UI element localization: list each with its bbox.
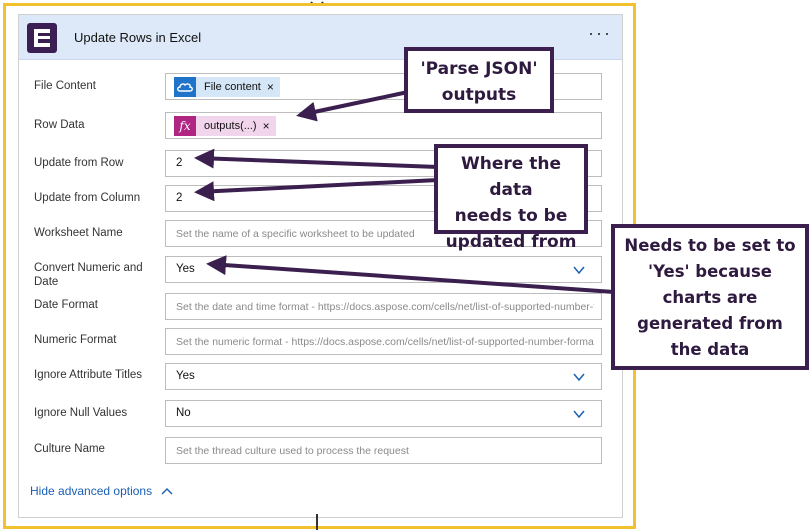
callout-line: updated from (445, 232, 577, 252)
callout-line: generated from (637, 314, 783, 333)
expression-icon: fx (174, 116, 196, 136)
field-placeholder: Set the numeric format - https://docs.as… (176, 336, 594, 348)
remove-token-button[interactable]: × (263, 119, 276, 133)
file-content-label: File Content (34, 80, 97, 92)
ignore-attribute-titles-label: Ignore Attribute Titles (34, 369, 143, 381)
onedrive-icon (174, 77, 196, 97)
callout-line: the data (670, 340, 750, 359)
ignore-null-values-label: Ignore Null Values (34, 407, 128, 419)
callout-line: Needs to be set to (624, 236, 796, 255)
callout-line: charts are (662, 288, 758, 307)
field-value: Yes (176, 263, 195, 275)
worksheet-name-label: Worksheet Name (34, 227, 123, 239)
ignore-attribute-titles-select[interactable]: Yes (165, 363, 602, 390)
callout-line: outputs (441, 85, 517, 105)
field-placeholder: Set the date and time format - https://d… (176, 301, 594, 313)
callout-where-data: Where the data needs to be updated from (434, 144, 588, 252)
field-value: Yes (176, 370, 195, 382)
field-value: 2 (176, 192, 183, 204)
ignore-null-values-select[interactable]: No (165, 400, 602, 427)
callout-line: Where the data (461, 154, 561, 200)
row-data-field[interactable]: fx outputs(...) × (165, 112, 602, 139)
convert-numeric-date-select[interactable]: Yes (165, 256, 602, 283)
update-from-row-label: Update from Row (34, 157, 124, 169)
token-label: outputs(...) (204, 120, 257, 132)
callout-parse-json: 'Parse JSON' outputs (404, 47, 554, 113)
row-data-token[interactable]: fx outputs(...) × (174, 116, 276, 136)
culture-name-input[interactable]: Set the thread culture used to process t… (165, 437, 602, 464)
remove-token-button[interactable]: × (267, 80, 280, 94)
chevron-up-icon (161, 488, 173, 495)
token-label: File content (204, 81, 261, 93)
date-format-label: Date Format (34, 299, 98, 311)
convert-numeric-date-label: Convert Numeric and Date (34, 262, 143, 288)
numeric-format-label: Numeric Format (34, 334, 117, 346)
field-placeholder: Set the thread culture used to process t… (176, 445, 409, 457)
hide-advanced-label: Hide advanced options (30, 484, 153, 498)
aspose-cells-icon (27, 23, 57, 53)
date-format-input[interactable]: Set the date and time format - https://d… (165, 293, 602, 320)
flow-connector (316, 514, 318, 530)
card-title: Update Rows in Excel (74, 30, 202, 45)
chevron-down-icon[interactable] (573, 264, 585, 276)
field-value: No (176, 407, 191, 419)
culture-name-label: Culture Name (34, 443, 105, 455)
chevron-down-icon[interactable] (573, 408, 585, 420)
file-content-token[interactable]: File content × (174, 77, 280, 97)
hide-advanced-options-link[interactable]: Hide advanced options (30, 484, 173, 498)
callout-line: needs to be (454, 206, 568, 226)
chevron-down-icon[interactable] (573, 371, 585, 383)
update-from-column-label: Update from Column (34, 192, 141, 204)
more-options-button[interactable]: ··· (588, 23, 612, 44)
field-value: 2 (176, 157, 183, 169)
callout-line: 'Parse JSON' (420, 59, 538, 79)
row-data-label: Row Data (34, 119, 85, 131)
callout-line: 'Yes' because (648, 262, 772, 281)
callout-needs-yes: Needs to be set to 'Yes' because charts … (611, 224, 809, 370)
numeric-format-input[interactable]: Set the numeric format - https://docs.as… (165, 328, 602, 355)
